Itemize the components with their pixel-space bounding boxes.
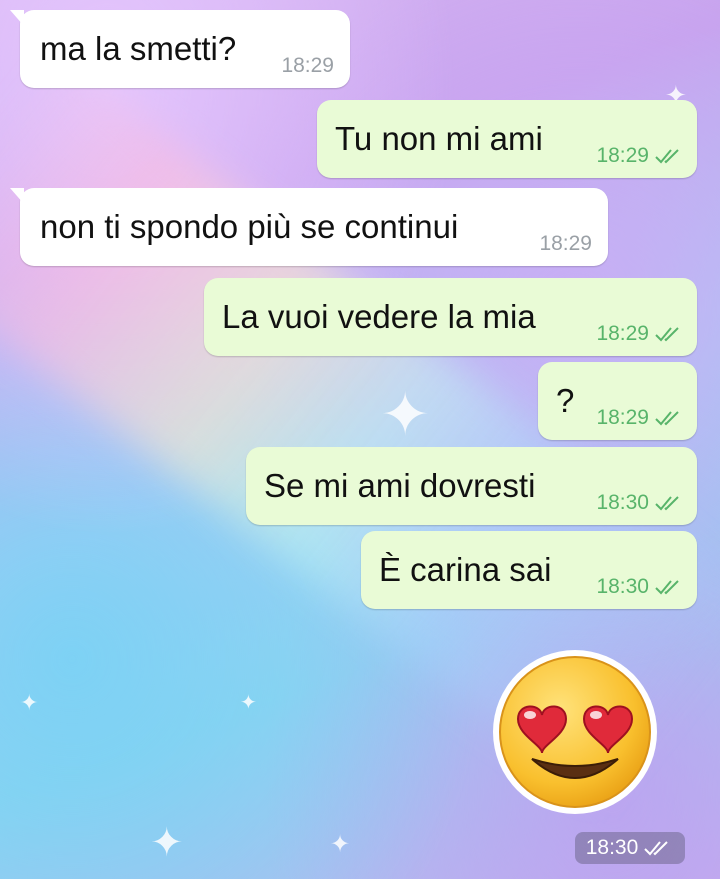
double-check-icon xyxy=(655,579,685,595)
message-time: 18:29 xyxy=(539,232,592,255)
double-check-icon xyxy=(655,410,685,426)
message-text: ? xyxy=(556,382,575,419)
message-text: ma la smetti? xyxy=(40,30,237,67)
message-text: La vuoi vedere la mia xyxy=(222,298,536,335)
message-bubble-outgoing[interactable]: Se mi ami dovresti 18:30 xyxy=(246,447,697,525)
bubble-tail xyxy=(10,10,24,26)
message-bubble-outgoing[interactable]: La vuoi vedere la mia 18:29 xyxy=(204,278,697,356)
message-time: 18:30 xyxy=(596,575,649,598)
message-meta: 18:30 xyxy=(596,491,685,515)
sticker-time-badge: 18:30 xyxy=(575,832,685,864)
sparkle-icon: ✦ xyxy=(20,690,39,715)
message-bubble-outgoing[interactable]: È carina sai 18:30 xyxy=(361,531,697,609)
message-bubble-incoming[interactable]: ma la smetti? 18:29 xyxy=(10,10,350,88)
sparkle-icon: ✦ xyxy=(150,821,184,865)
message-meta: 18:29 xyxy=(596,406,685,430)
message-time: 18:30 xyxy=(585,836,639,859)
bubble-tail xyxy=(10,188,24,204)
double-check-icon xyxy=(655,326,685,342)
heart-eyes-emoji-sticker[interactable] xyxy=(490,647,660,817)
message-time: 18:30 xyxy=(596,491,649,514)
double-check-icon xyxy=(644,840,674,856)
message-time: 18:29 xyxy=(281,54,334,77)
double-check-icon xyxy=(655,495,685,511)
message-time: 18:29 xyxy=(596,406,649,429)
message-text: È carina sai xyxy=(379,551,552,588)
sparkle-icon: ✦ xyxy=(240,692,257,714)
message-text: Tu non mi ami xyxy=(335,120,543,157)
message-text: Se mi ami dovresti xyxy=(264,467,536,504)
sparkle-icon: ✦ xyxy=(380,381,431,448)
message-time: 18:29 xyxy=(596,144,649,167)
message-bubble-outgoing[interactable]: ? 18:29 xyxy=(538,362,697,440)
double-check-icon xyxy=(655,148,685,164)
message-meta: 18:29 xyxy=(596,144,685,168)
sparkle-icon: ✦ xyxy=(330,831,351,858)
message-time: 18:29 xyxy=(596,322,649,345)
message-bubble-incoming[interactable]: non ti spondo più se continui 18:29 xyxy=(10,188,608,266)
message-meta: 18:30 xyxy=(596,575,685,599)
message-text: non ti spondo più se continui xyxy=(40,208,459,245)
message-bubble-outgoing[interactable]: Tu non mi ami 18:29 xyxy=(317,100,697,178)
message-meta: 18:29 xyxy=(596,322,685,346)
